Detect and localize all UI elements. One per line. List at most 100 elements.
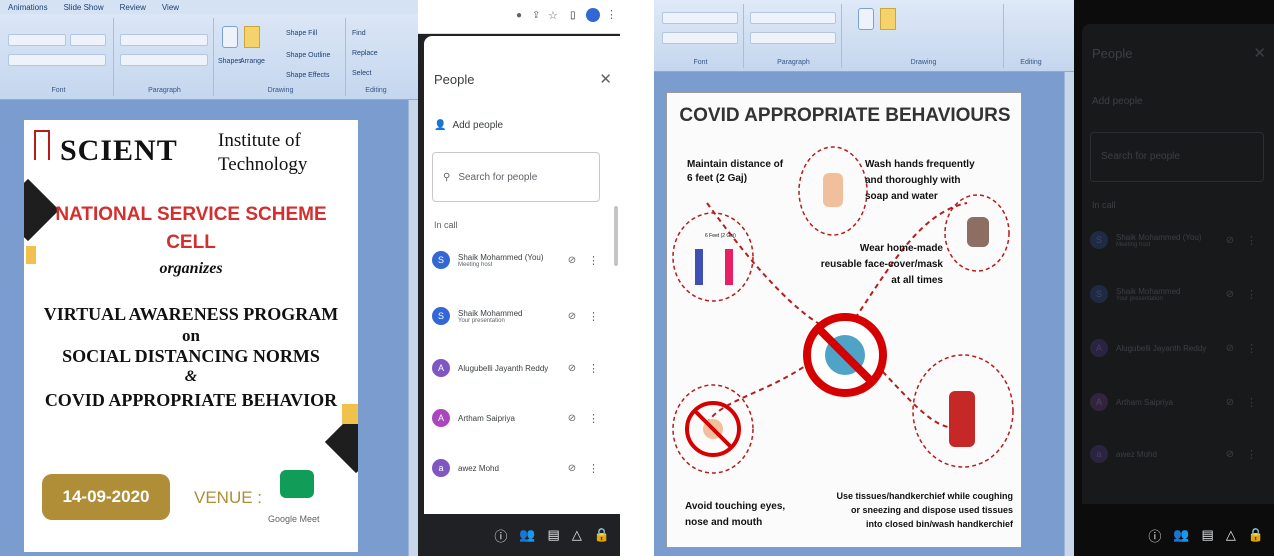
program-on: on [182, 326, 200, 345]
lock-icon[interactable]: 🔒 [1248, 527, 1264, 543]
volume-off-icon[interactable]: ⊘ [1220, 289, 1240, 300]
participant-row[interactable]: A Artham Saipriya ⊘ ⋮ [1090, 384, 1266, 420]
program-line-1: VIRTUAL AWARENESS PROGRAM [43, 304, 339, 324]
people-icon[interactable]: 👥 [519, 527, 535, 543]
more-options-icon[interactable]: ⋮ [1246, 396, 1257, 409]
paragraph-row-1-2[interactable] [750, 12, 836, 24]
volume-off-icon[interactable]: ⊘ [562, 311, 582, 322]
paragraph-group-label-2: Paragraph [777, 59, 810, 66]
tab-view[interactable]: View [162, 3, 179, 12]
tab-slide-show[interactable]: Slide Show [64, 3, 104, 12]
font-format-row[interactable] [8, 54, 106, 66]
meet-controls-2: ⓘ 👥 ▤ △ 🔒 [1074, 514, 1274, 556]
mic-off-icon[interactable]: ⊘ [562, 255, 582, 266]
mic-off-icon[interactable]: ⊘ [1220, 397, 1240, 408]
paragraph-row-2[interactable] [120, 54, 208, 66]
paragraph-row-1[interactable] [120, 34, 208, 46]
more-options-icon[interactable]: ⋮ [1246, 448, 1257, 461]
more-options-icon[interactable]: ⋮ [588, 412, 599, 425]
vertical-scrollbar-2[interactable] [1064, 72, 1074, 556]
close-icon[interactable]: ✕ [1253, 44, 1266, 62]
search-input[interactable]: ⚲ Search for people [432, 152, 600, 202]
close-icon[interactable]: ✕ [599, 70, 612, 88]
replace-button[interactable]: Replace [352, 50, 378, 57]
tab-animations[interactable]: Animations [8, 3, 48, 12]
program-line-2: SOCIAL DISTANCING NORMS [62, 346, 320, 366]
paragraph-row-2-2[interactable] [750, 32, 836, 44]
tip5-line3: into closed bin/wash handkerchief [865, 519, 1013, 529]
drawing-group-2: Drawing [844, 4, 1004, 68]
panel-scrollbar[interactable] [614, 206, 618, 266]
participant-role: Meeting host [1116, 241, 1151, 248]
tip3-line2: reusable face-cover/mask [820, 259, 943, 270]
lock-icon[interactable]: 🔒 [594, 527, 610, 543]
info-icon[interactable]: ⓘ [494, 526, 507, 545]
participant-row[interactable]: a awez Mohd ⊘ ⋮ [432, 450, 608, 486]
more-options-icon[interactable]: ⋮ [588, 310, 599, 323]
more-options-icon[interactable]: ⋮ [588, 462, 599, 475]
mic-off-icon[interactable]: ⊘ [1220, 235, 1240, 246]
arrange-icon[interactable] [880, 8, 896, 30]
shapes-icon[interactable] [222, 26, 238, 48]
more-options-icon[interactable]: ⋮ [588, 254, 599, 267]
font-name-box[interactable] [8, 34, 66, 46]
participant-name: Artham Saipriya [1116, 397, 1173, 407]
drawing-group: Shapes Arrange Shape Fill Shape Outline … [216, 18, 346, 96]
mic-off-icon[interactable]: ⊘ [1220, 449, 1240, 460]
participant-row[interactable]: A Alugubelli Jayanth Reddy ⊘ ⋮ [1090, 330, 1266, 366]
add-people-button-2[interactable]: Add people [1092, 96, 1143, 107]
participant-row[interactable]: a awez Mohd ⊘ ⋮ [1090, 436, 1266, 472]
find-button[interactable]: Find [352, 30, 366, 37]
font-row-1[interactable] [662, 12, 738, 24]
participant-row[interactable]: S Shaik Mohammed Your presentation ⊘ ⋮ [1090, 276, 1266, 312]
shapes-icon[interactable] [858, 8, 874, 30]
shape-fill-button[interactable]: Shape Fill [286, 30, 317, 37]
date-badge: 14-09-2020 [42, 474, 170, 520]
more-options-icon[interactable]: ⋮ [1246, 288, 1257, 301]
right-screenshot: Font Paragraph Drawing Editing COVID APP… [654, 0, 1274, 556]
arrange-label[interactable]: Arrange [240, 58, 265, 65]
organizes-text: organizes [159, 260, 223, 277]
avatar: S [1090, 231, 1108, 249]
vertical-scrollbar[interactable] [408, 100, 418, 556]
font-size-box[interactable] [70, 34, 106, 46]
mic-off-icon[interactable]: ⊘ [1220, 343, 1240, 354]
covid-slide: COVID APPROPRIATE BEHAVIOURS Maintain di… [666, 92, 1022, 548]
participant-row[interactable]: S Shaik Mohammed (You) Meeting host ⊘ ⋮ [432, 242, 608, 278]
record-icon[interactable]: ● [516, 10, 522, 21]
chat-icon[interactable]: ▤ [1202, 527, 1214, 543]
menu-icon[interactable]: ⋮ [606, 8, 617, 21]
shape-effects-button[interactable]: Shape Effects [286, 72, 329, 79]
font-row-2[interactable] [662, 32, 738, 44]
google-meet-icon [280, 470, 314, 498]
mic-off-icon[interactable]: ⊘ [562, 413, 582, 424]
people-icon[interactable]: 👥 [1173, 527, 1189, 543]
star-icon[interactable]: ☆ [548, 9, 558, 22]
shapes-label[interactable]: Shapes [218, 58, 242, 65]
more-options-icon[interactable]: ⋮ [588, 362, 599, 375]
participant-row[interactable]: A Alugubelli Jayanth Reddy ⊘ ⋮ [432, 350, 608, 386]
profile-avatar[interactable] [586, 8, 600, 22]
mic-off-icon[interactable]: ⊘ [562, 463, 582, 474]
participant-row[interactable]: S Shaik Mohammed (You) Meeting host ⊘ ⋮ [1090, 222, 1266, 258]
mic-off-icon[interactable]: ⊘ [562, 363, 582, 374]
tab-review[interactable]: Review [120, 3, 146, 12]
in-call-label: In call [434, 220, 458, 230]
activities-icon[interactable]: △ [572, 527, 582, 543]
info-icon[interactable]: ⓘ [1148, 526, 1161, 545]
editing-group-2: Editing [1006, 4, 1056, 68]
tab-icon[interactable]: ▯ [570, 10, 576, 21]
search-input-2[interactable]: Search for people [1090, 132, 1264, 182]
activities-icon[interactable]: △ [1226, 527, 1236, 543]
more-options-icon[interactable]: ⋮ [1246, 234, 1257, 247]
more-options-icon[interactable]: ⋮ [1246, 342, 1257, 355]
chat-icon[interactable]: ▤ [548, 527, 560, 543]
shape-outline-button[interactable]: Shape Outline [286, 52, 330, 59]
arrange-icon[interactable] [244, 26, 260, 48]
participant-row[interactable]: S Shaik Mohammed Your presentation ⊘ ⋮ [432, 298, 608, 334]
avatar: A [1090, 393, 1108, 411]
share-icon[interactable]: ⇪ [532, 10, 540, 21]
participant-row[interactable]: A Artham Saipriya ⊘ ⋮ [432, 400, 608, 436]
add-people-button[interactable]: 👤 Add people [434, 120, 503, 131]
select-button[interactable]: Select [352, 70, 371, 77]
